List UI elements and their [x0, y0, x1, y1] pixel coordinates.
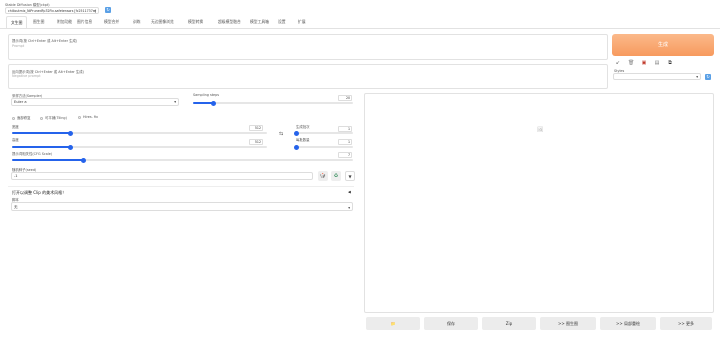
script-value: 无 [14, 205, 18, 209]
negative-prompt-placeholder: Negative prompt [12, 74, 41, 78]
chevron-down-icon: ▾ [174, 100, 176, 104]
read-params-icon[interactable]: ↙ [615, 60, 621, 66]
script-hint-text[interactable]: 打开以调整 Clip 的美术风格！ [12, 190, 66, 196]
refresh-styles-button[interactable]: ↻ [705, 74, 711, 80]
folder-icon: 📁 [390, 321, 396, 326]
model-value: chilloutmix_NiPrunedFp32Fix.safetensors … [8, 9, 96, 13]
chevron-down-icon: ▾ [94, 9, 96, 13]
send-to-img2img-button[interactable]: >> 图生图 [540, 317, 596, 330]
prompt-box[interactable]: 提示词(按 Ctrl+Enter 或 Alt+Enter 生成) Prompt [8, 34, 608, 60]
steps-slider-thumb[interactable] [211, 100, 217, 106]
styles-select[interactable]: ▾ [613, 73, 701, 80]
height-input[interactable]: 512 [249, 139, 263, 145]
tab-img2img[interactable]: 图生图 [33, 19, 44, 25]
height-label: 高度 [12, 138, 19, 142]
hires-fix-checkbox[interactable]: Hires. fix [78, 115, 98, 119]
tab-extensions[interactable]: 扩展 [298, 19, 306, 25]
tab-settings[interactable]: 设置 [278, 19, 286, 25]
tab-super-merge[interactable]: 超级模型融合 [218, 19, 241, 25]
restore-faces-checkbox[interactable]: 面部修复 [12, 115, 31, 120]
zip-button[interactable]: Zip [482, 317, 536, 330]
batch-count-slider[interactable] [293, 130, 353, 136]
sampler-select[interactable]: Euler a ▾ [11, 98, 179, 106]
batch-size-input[interactable]: 1 [338, 139, 352, 145]
steps-label: Sampling steps [193, 93, 220, 97]
collapse-icon[interactable]: ◀ [348, 190, 351, 194]
batch-size-slider-thumb[interactable] [293, 144, 299, 150]
sampler-value: Euler a [14, 100, 27, 104]
tiling-label: 可平铺(Tiling) [45, 116, 67, 120]
reuse-seed-button[interactable]: ♻ [331, 171, 341, 181]
height-slider[interactable] [12, 144, 267, 150]
tab-train[interactable]: 训练 [133, 19, 141, 25]
generate-button[interactable]: 生成 [612, 34, 714, 56]
tab-png-info[interactable]: 图片信息 [77, 19, 92, 25]
recycle-icon: ♻ [333, 173, 339, 179]
output-gallery[interactable]: 🖼 [364, 93, 714, 313]
chevron-down-icon: ▾ [696, 75, 698, 79]
height-slider-thumb[interactable] [68, 144, 74, 150]
cfg-slider-fill [12, 159, 84, 161]
cfg-slider-thumb[interactable] [81, 157, 87, 163]
seed-input[interactable]: -1 [11, 172, 313, 180]
cfg-label: 提示词相关性(CFG Scale) [12, 152, 53, 156]
batch-count-slider-thumb[interactable] [293, 130, 299, 136]
model-select[interactable]: chilloutmix_NiPrunedFp32Fix.safetensors … [5, 7, 99, 14]
image-placeholder-icon: 🖼 [537, 127, 544, 133]
width-slider[interactable] [12, 130, 267, 136]
extra-seed-toggle[interactable]: ▼ [345, 171, 355, 181]
extra-networks-icon[interactable]: ▣ [641, 60, 647, 66]
prompt-label: 提示词(按 Ctrl+Enter 或 Alt+Enter 生成) [12, 39, 78, 43]
seed-value: -1 [14, 174, 18, 178]
batch-size-slider[interactable] [293, 144, 353, 150]
height-slider-fill [12, 146, 71, 148]
restore-faces-label: 面部修复 [17, 116, 31, 120]
width-input[interactable]: 512 [249, 125, 263, 131]
save-style-icon[interactable]: ▤ [654, 60, 660, 66]
width-slider-thumb[interactable] [68, 130, 74, 136]
width-slider-fill [12, 132, 71, 134]
tab-txt2img[interactable]: 文生图 [6, 16, 28, 28]
cfg-input[interactable]: 7 [338, 152, 352, 158]
tiling-checkbox[interactable]: 可平铺(Tiling) [40, 115, 67, 120]
swap-dimensions-button[interactable]: ⇆ [279, 131, 283, 137]
cfg-slider[interactable] [12, 157, 353, 163]
tab-model-convert[interactable]: 模型转换 [188, 19, 203, 25]
tab-extras[interactable]: 附加功能 [57, 19, 72, 25]
prompt-placeholder: Prompt [12, 44, 25, 48]
chevron-down-icon: ▾ [348, 206, 350, 210]
tabs-divider [0, 28, 720, 29]
tab-merge[interactable]: 模型合并 [104, 19, 119, 25]
steps-slider[interactable] [193, 100, 353, 106]
send-to-inpaint-button[interactable]: >> 局部重绘 [600, 317, 656, 330]
section-divider [8, 186, 354, 187]
random-seed-button[interactable]: 🎲 [318, 171, 328, 181]
dice-icon: 🎲 [319, 173, 327, 179]
more-button[interactable]: >> 更多 [660, 317, 712, 330]
batch-count-label: 生成批次 [296, 125, 310, 129]
hires-fix-label: Hires. fix [83, 115, 98, 119]
tab-model-toolkit[interactable]: 模型工具箱 [250, 19, 269, 25]
steps-input[interactable]: 20 [338, 95, 352, 101]
apply-style-icon[interactable]: ⧉ [667, 60, 673, 66]
save-button[interactable]: 保存 [424, 317, 478, 330]
batch-size-label: 每批数量 [296, 138, 310, 142]
trash-icon[interactable]: 🗑 [628, 60, 634, 66]
width-label: 宽度 [12, 125, 19, 129]
open-folder-button[interactable]: 📁 [366, 317, 420, 330]
tab-image-browser[interactable]: 无边图像浏览 [151, 19, 174, 25]
refresh-model-button[interactable]: ↻ [105, 7, 111, 13]
negative-prompt-box[interactable]: 反向提示词(按 Ctrl+Enter 或 Alt+Enter 生成) Negat… [8, 64, 608, 89]
script-select[interactable]: 无 ▾ [11, 202, 353, 211]
